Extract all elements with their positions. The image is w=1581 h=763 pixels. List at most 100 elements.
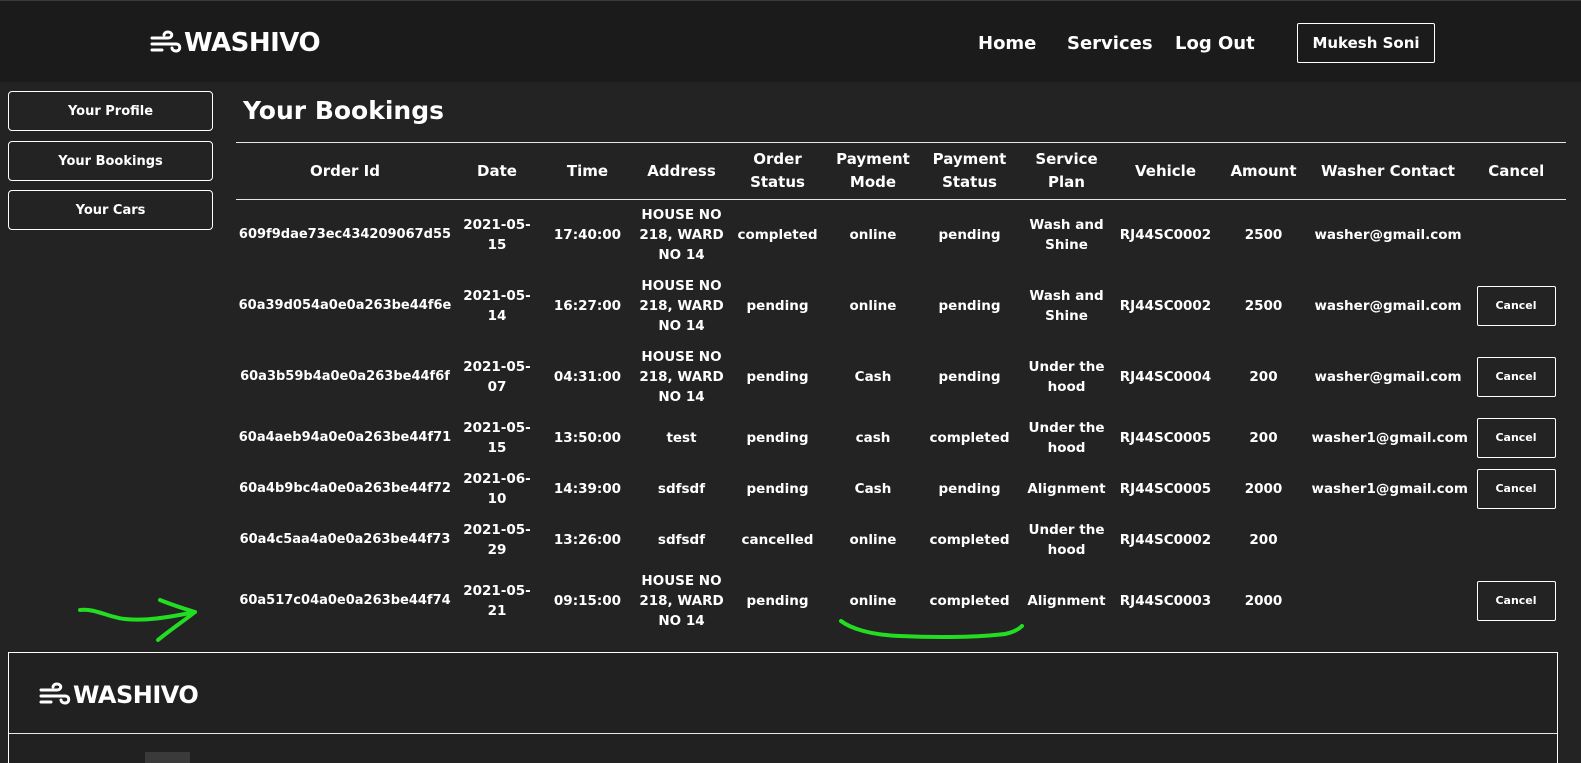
nav-logout-link[interactable]: Log Out <box>1175 33 1255 54</box>
header-order-id: Order Id <box>236 142 454 200</box>
payment-status-cell: pending <box>938 481 1001 497</box>
washer-contact-cell <box>1310 566 1467 637</box>
sidebar-item-cars[interactable]: Your Cars <box>8 190 213 230</box>
date-cell: 2021-05-15 <box>463 217 531 254</box>
annotation-arrow <box>78 598 197 642</box>
order-id-cell: 60a3b59b4a0e0a263be44f6f <box>240 369 450 384</box>
header-order-status: Order Status <box>728 142 827 200</box>
footer-divider <box>9 733 1557 734</box>
table-row: 60a4c5aa4a0e0a263be44f73 2021-05-29 13:26:… <box>237 515 1566 566</box>
header-date: Date <box>453 142 541 200</box>
cancel-booking-button[interactable]: Cancel <box>1476 418 1556 458</box>
vehicle-cell: RJ44SC0002 <box>1119 298 1212 314</box>
horizontal-scrollbar-thumb[interactable] <box>145 752 190 763</box>
cancel-cell: Cancel <box>1467 566 1566 637</box>
header-time: Time <box>540 142 635 200</box>
header-service-plan: Service Plan <box>1019 142 1114 200</box>
order-status-cell: cancelled <box>741 532 814 548</box>
cancel-booking-button[interactable]: Cancel <box>1476 357 1556 397</box>
brand-logo[interactable]: WASHIVO <box>150 27 321 59</box>
order-id-cell: 60a4aeb94a0e0a263be44f71 <box>238 430 452 445</box>
user-profile-button[interactable]: Mukesh Soni <box>1297 23 1435 63</box>
payment-mode-cell: Cash <box>854 481 892 497</box>
amount-cell: 2000 <box>1244 481 1283 497</box>
address-cell: test <box>666 430 697 446</box>
footer: WASHIVO <box>8 652 1558 763</box>
payment-mode-cell: online <box>849 298 897 314</box>
address-cell: HOUSE NO 218, WARD NO 14 <box>639 207 724 264</box>
time-cell: 13:26:00 <box>553 532 622 548</box>
amount-cell: 200 <box>1249 532 1278 548</box>
navbar: WASHIVO Home Services Log Out Mukesh Son… <box>0 0 1581 82</box>
payment-mode-cell: online <box>849 593 897 609</box>
payment-status-cell: completed <box>929 593 1010 609</box>
cancel-booking-button[interactable]: Cancel <box>1476 286 1556 326</box>
amount-cell: 200 <box>1249 369 1278 385</box>
service-plan-cell: Alignment <box>1027 481 1106 497</box>
time-cell: 17:40:00 <box>553 227 622 244</box>
order-status-cell: pending <box>746 298 809 314</box>
amount-cell: 2500 <box>1244 298 1283 314</box>
payment-status-cell: completed <box>929 532 1010 548</box>
order-id-cell: 609f9dae73ec434209067d55 <box>238 227 452 243</box>
vehicle-cell: RJ44SC0005 <box>1119 430 1212 446</box>
cancel-booking-button[interactable]: Cancel <box>1476 581 1556 621</box>
table-header-row: Order Id Date Time Address Order Status … <box>236 142 1566 200</box>
amount-cell: 2500 <box>1244 227 1283 244</box>
service-plan-cell: Under the hood <box>1028 420 1105 456</box>
cancel-cell <box>1467 200 1566 271</box>
wind-icon <box>39 682 71 705</box>
payment-mode-cell: online <box>849 227 897 244</box>
payment-mode-cell: cash <box>855 430 891 446</box>
footer-brand-logo[interactable]: WASHIVO <box>39 681 199 709</box>
order-id-cell: 60a4c5aa4a0e0a263be44f73 <box>239 532 451 547</box>
table-row: 60a3b59b4a0e0a263be44f6f 2021-05-07 04:31:… <box>237 342 1566 413</box>
vehicle-cell: RJ44SC0005 <box>1119 481 1212 497</box>
time-cell: 16:27:00 <box>553 298 622 314</box>
date-cell: 2021-05-14 <box>463 288 531 324</box>
page-title: Your Bookings <box>243 96 444 125</box>
order-id-cell: 60a517c04a0e0a263be44f74 <box>239 593 451 608</box>
nav-services-link[interactable]: Services <box>1067 33 1153 54</box>
cancel-cell: Cancel <box>1467 342 1566 413</box>
sidebar-item-profile[interactable]: Your Profile <box>8 91 213 131</box>
washer-contact-cell: washer1@gmail.com <box>1311 430 1469 446</box>
date-cell: 2021-05-07 <box>463 359 531 395</box>
address-cell: HOUSE NO 218, WARD NO 14 <box>639 573 724 629</box>
time-cell: 13:50:00 <box>553 430 622 446</box>
table-row: 60a39d054a0e0a263be44f6e 2021-05-14 16:27:… <box>237 271 1566 342</box>
header-amount: Amount <box>1217 142 1310 200</box>
service-plan-cell: Wash and Shine <box>1029 217 1104 254</box>
cancel-cell: Cancel <box>1467 464 1566 515</box>
header-payment-mode: Payment Mode <box>826 142 920 200</box>
vehicle-cell: RJ44SC0002 <box>1119 532 1212 548</box>
payment-status-cell: pending <box>938 227 1001 244</box>
order-id-cell: 60a39d054a0e0a263be44f6e <box>238 298 452 313</box>
header-address: Address <box>634 142 729 200</box>
cancel-cell: Cancel <box>1467 271 1566 342</box>
sidebar-item-bookings[interactable]: Your Bookings <box>8 141 213 181</box>
table-row: 60a4aeb94a0e0a263be44f71 2021-05-15 13:50:… <box>237 413 1566 464</box>
payment-mode-cell: online <box>849 532 897 548</box>
cancel-booking-button[interactable]: Cancel <box>1476 469 1556 509</box>
vehicle-cell: RJ44SC0004 <box>1119 369 1212 385</box>
table-row: 60a517c04a0e0a263be44f74 2021-05-21 09:15:… <box>237 566 1566 637</box>
time-cell: 04:31:00 <box>553 369 622 385</box>
order-status-cell: pending <box>746 481 809 497</box>
payment-status-cell: pending <box>938 298 1001 314</box>
service-plan-cell: Alignment <box>1027 593 1106 609</box>
payment-status-cell: pending <box>938 369 1001 385</box>
nav-home-link[interactable]: Home <box>978 33 1036 54</box>
footer-brand-name: WASHIVO <box>73 681 199 709</box>
date-cell: 2021-05-15 <box>463 420 531 456</box>
cancel-cell: Cancel <box>1467 413 1566 464</box>
order-status-cell: completed <box>737 227 818 244</box>
order-status-cell: pending <box>746 593 809 609</box>
service-plan-cell: Under the hood <box>1028 359 1105 395</box>
bookings-table: Order Id Date Time Address Order Status … <box>236 142 1566 637</box>
service-plan-cell: Wash and Shine <box>1029 288 1104 324</box>
address-cell: HOUSE NO 218, WARD NO 14 <box>639 349 724 405</box>
order-id-cell: 60a4b9bc4a0e0a263be44f72 <box>239 481 451 496</box>
header-washer-contact: Washer Contact <box>1309 142 1467 200</box>
header-cancel: Cancel <box>1466 142 1566 200</box>
